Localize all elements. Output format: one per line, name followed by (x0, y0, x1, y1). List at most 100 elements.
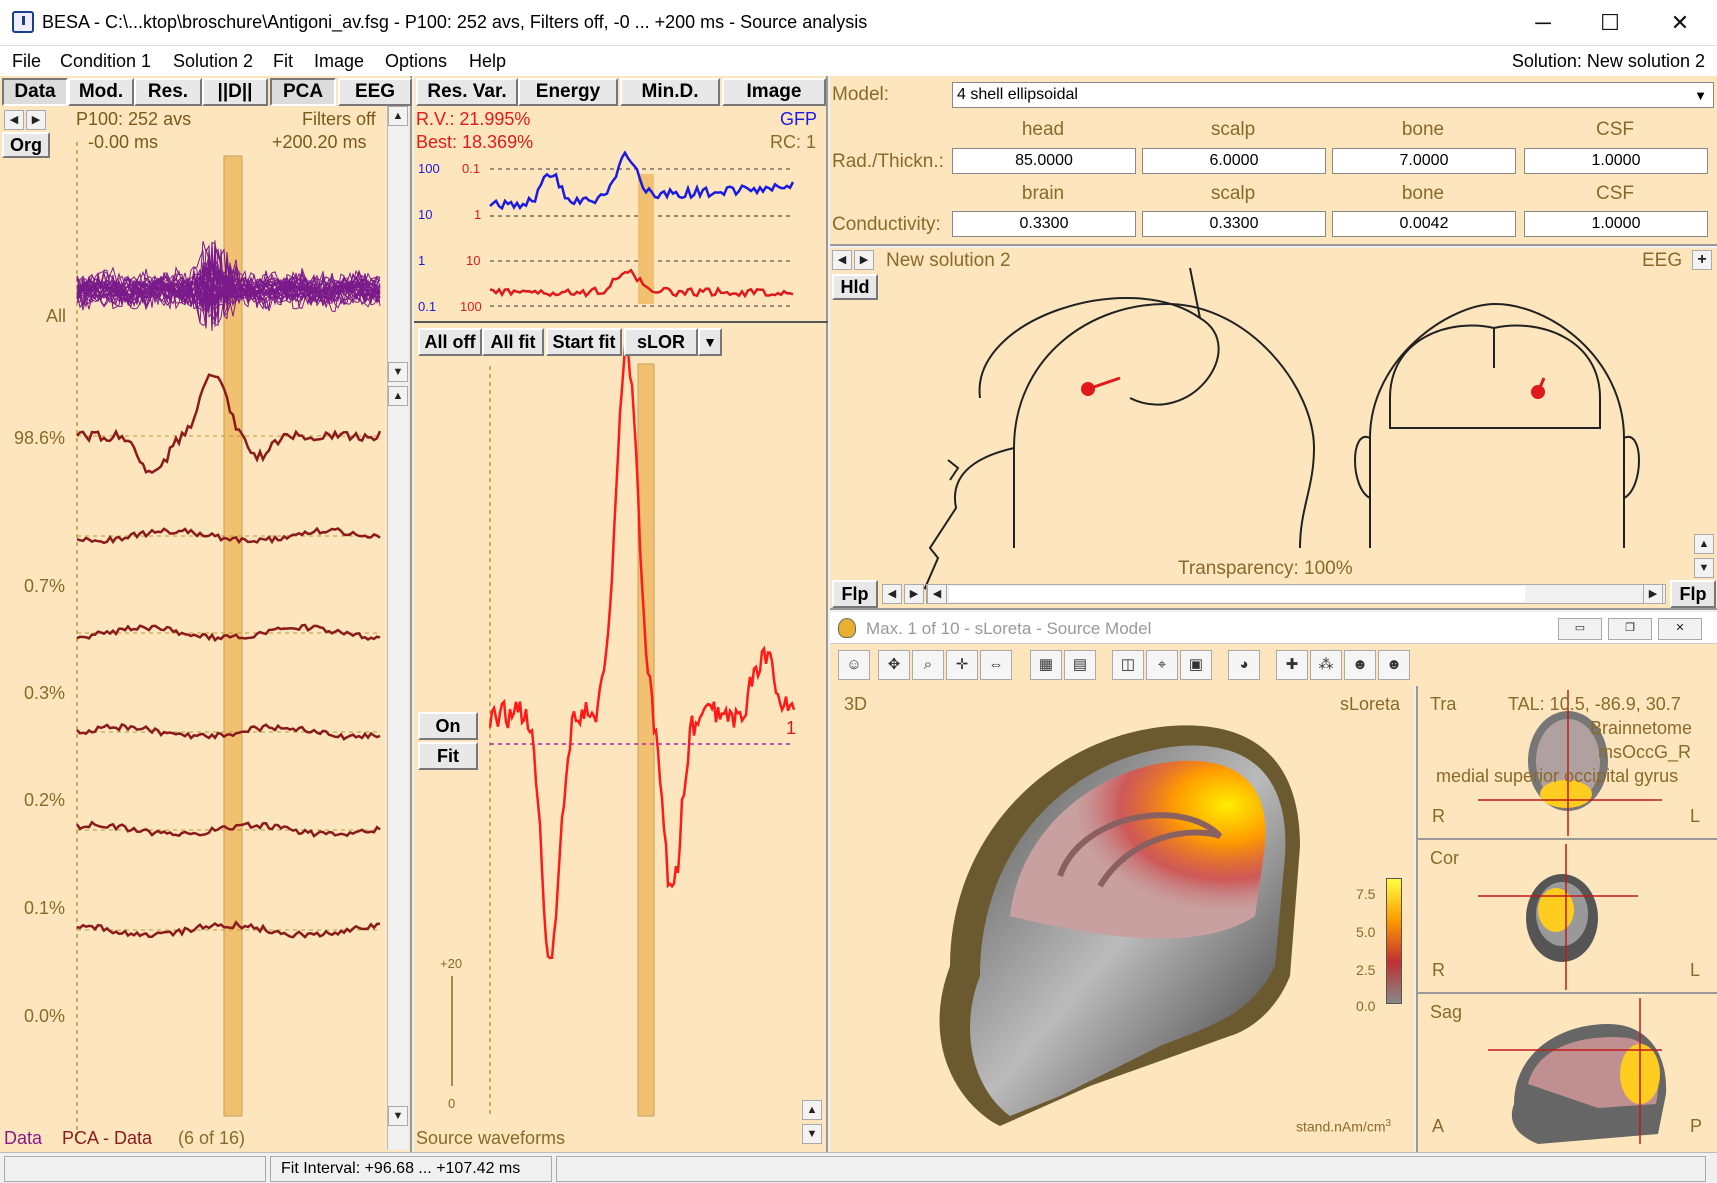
colormap-icon[interactable]: ◕ (1228, 650, 1260, 680)
rotate-icon[interactable]: ✥ (878, 650, 910, 680)
rotation-scroll-left-button[interactable]: ◀ (927, 584, 947, 604)
rotate-right-button[interactable]: ▶ (904, 584, 924, 604)
all-fit-button[interactable]: All fit (482, 328, 544, 356)
coronal-view[interactable]: Cor R L (1416, 840, 1717, 994)
gfp-scale-01: 0.1 (418, 299, 437, 314)
rv-scale-10: 10 (466, 253, 481, 268)
menu-help[interactable]: Help (469, 51, 506, 72)
radius-head-field[interactable]: 85.0000 (952, 148, 1136, 174)
menu-file[interactable]: File (12, 51, 41, 72)
grid-icon[interactable]: ▦ (1030, 650, 1062, 680)
amplitude-bottom-label: 0 (448, 1096, 456, 1111)
pan-icon[interactable]: ⇔ (980, 650, 1012, 680)
maximize-button[interactable]: ☐ (1590, 8, 1630, 38)
model-label: Model: (832, 84, 890, 105)
cond-header-bone: bone (1401, 183, 1445, 204)
colorbar-tick-00: 0.0 (1356, 998, 1376, 1014)
amplitude-top-label: +20 (440, 956, 463, 971)
electrodes-icon[interactable]: ⁂ (1310, 650, 1342, 680)
rotation-scroll-right-button[interactable]: ▶ (1643, 584, 1663, 604)
subwindow-close-button[interactable]: ✕ (1658, 618, 1702, 640)
start-fit-button[interactable]: Start fit (546, 328, 622, 356)
coronal-slice (1478, 844, 1638, 990)
transverse-view[interactable]: Tra TAL: 10.5, -86.9, 30.7 Brainnetome m… (1416, 686, 1717, 840)
volume-icon[interactable]: ▣ (1180, 650, 1212, 680)
rotate-left-button[interactable]: ◀ (882, 584, 902, 604)
source-scroll-up-button[interactable]: ▲ (802, 1100, 822, 1120)
subwindow-minimize-button[interactable]: ▭ (1558, 618, 1602, 640)
source-fit-button[interactable]: Fit (418, 742, 478, 770)
thickness-scalp-field[interactable]: 6.0000 (1142, 148, 1326, 174)
move-icon[interactable]: ✛ (946, 650, 978, 680)
cor-right-label: R (1432, 960, 1445, 980)
besa-app-icon (12, 11, 34, 33)
head-scroll-up-button[interactable]: ▲ (1694, 534, 1714, 554)
conductivity-bone-field[interactable]: 0.0042 (1332, 211, 1516, 237)
method-select-button[interactable]: sLOR (624, 328, 698, 356)
gfp-scale-100: 100 (418, 161, 440, 176)
scroll-down-2-button[interactable]: ▼ (388, 1106, 408, 1126)
menu-condition[interactable]: Condition 1 (60, 51, 151, 72)
conductivity-scalp-field[interactable]: 0.3300 (1142, 211, 1326, 237)
rotation-scrollbar[interactable]: ◀ ▶ (926, 584, 1666, 604)
colorbar-tick-50: 5.0 (1356, 924, 1376, 940)
footer-count-label: (6 of 16) (178, 1128, 246, 1148)
slices-icon[interactable]: ▤ (1064, 650, 1096, 680)
cond-header-scalp: scalp (1210, 183, 1256, 204)
conductivity-brain-field[interactable]: 0.3300 (952, 211, 1136, 237)
footer-data-label: Data (4, 1128, 43, 1148)
head-icon[interactable]: ☺ (838, 650, 870, 680)
head-schematic[interactable] (830, 248, 1717, 610)
sagittal-view[interactable]: Sag A P (1416, 994, 1717, 1152)
method-dropdown-icon[interactable]: ▼ (698, 328, 722, 356)
minimize-button[interactable]: ─ (1523, 8, 1563, 38)
head-red-icon[interactable]: ☻ (1344, 650, 1376, 680)
pca-label-2: 0.7% (24, 576, 66, 596)
brain-3d-view[interactable]: 3D sLoreta 7.5 5.0 2.5 0.0 stand.nAm/cm3 (830, 686, 1414, 1152)
source-model-window-title: Max. 1 of 10 - sLoreta - Source Model (866, 619, 1152, 638)
window-title: BESA - C:\...ktop\broschure\Antigoni_av.… (42, 12, 868, 32)
crosshair-icon[interactable]: ⌖ (1146, 650, 1178, 680)
mri-icon[interactable]: ✚ (1276, 650, 1308, 680)
menu-fit[interactable]: Fit (273, 51, 293, 72)
rv-scale-100: 100 (460, 299, 482, 314)
head-orange-icon[interactable]: ☻ (1378, 650, 1410, 680)
flip-left-button[interactable]: Flp (832, 580, 878, 608)
flip-right-button[interactable]: Flp (1670, 580, 1716, 608)
sagittal-slice (1488, 998, 1667, 1144)
tra-left-label: L (1690, 806, 1701, 826)
close-button[interactable]: ✕ (1660, 8, 1700, 38)
rotation-track[interactable] (949, 586, 1525, 602)
source-on-button[interactable]: On (418, 712, 478, 740)
transparency-label: Transparency: 100% (1178, 558, 1353, 579)
gfp-scale-1: 1 (418, 253, 426, 268)
eeg-traces-plot[interactable] (0, 76, 412, 1152)
menu-image[interactable]: Image (314, 51, 364, 72)
thickness-bone-field[interactable]: 7.0000 (1332, 148, 1516, 174)
menu-options[interactable]: Options (385, 51, 447, 72)
menu-solution[interactable]: Solution 2 (173, 51, 253, 72)
source-scroll-down-button[interactable]: ▼ (802, 1124, 822, 1144)
conductivity-csf-field[interactable]: 1.0000 (1524, 211, 1708, 237)
head-scroll-down-button[interactable]: ▼ (1694, 558, 1714, 578)
status-bar: Fit Interval: +96.68 ... +107.42 ms (0, 1152, 1717, 1183)
chevron-down-icon: ▼ (1694, 88, 1707, 103)
source-waveform-plot[interactable] (414, 76, 828, 1152)
rad-header-scalp: scalp (1210, 119, 1256, 140)
tra-right-label: R (1432, 806, 1445, 826)
all-off-button[interactable]: All off (418, 328, 482, 356)
subwindow-restore-button[interactable]: ❐ (1608, 618, 1652, 640)
source-waveforms-label: Source waveforms (416, 1128, 566, 1148)
rv-scale-1: 1 (474, 207, 482, 222)
data-scrollbar[interactable]: ▲ ▼ ▲ ▼ (387, 106, 409, 1150)
dipole-sagittal-orientation (1087, 376, 1121, 391)
scroll-up-2-button[interactable]: ▲ (388, 386, 408, 406)
zoom-icon[interactable]: ⌕ (912, 650, 944, 680)
cond-header-brain: brain (1021, 183, 1065, 204)
scroll-down-button[interactable]: ▼ (388, 362, 408, 382)
source-cursor[interactable] (637, 363, 655, 1117)
scroll-up-button[interactable]: ▲ (388, 106, 408, 126)
template-icon[interactable]: ◫ (1112, 650, 1144, 680)
thickness-csf-field[interactable]: 1.0000 (1524, 148, 1708, 174)
model-select[interactable]: 4 shell ellipsoidal ▼ (952, 82, 1714, 108)
